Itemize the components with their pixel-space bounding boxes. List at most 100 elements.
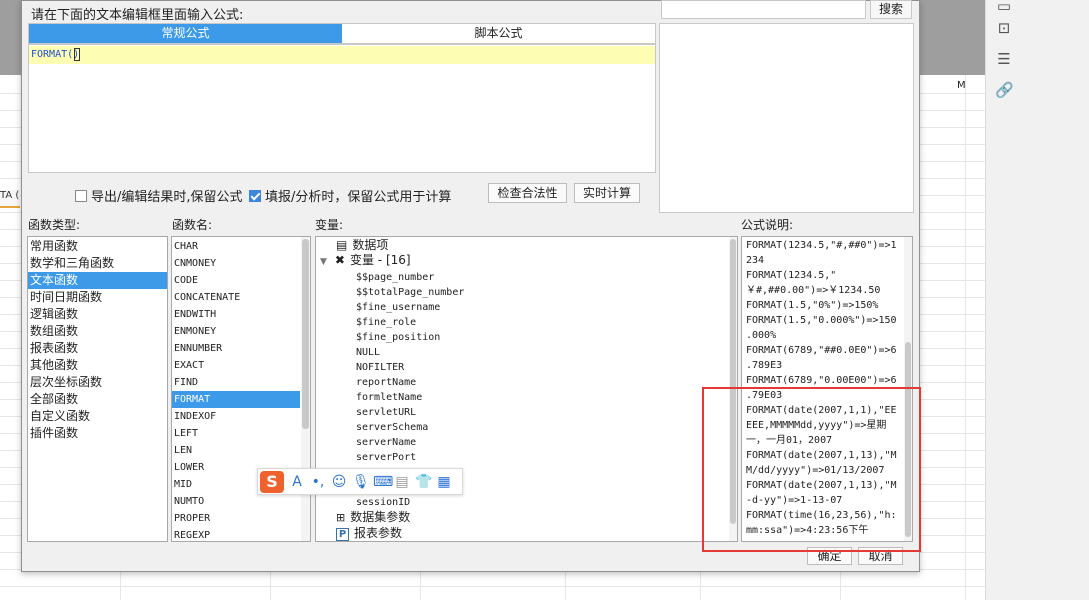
- function-name-item[interactable]: CONCATENATE: [172, 289, 300, 306]
- panel-icon[interactable]: ▭: [995, 0, 1013, 15]
- description-line: FORMAT(1234.5,": [746, 270, 837, 281]
- function-type-item[interactable]: 全部函数: [28, 391, 167, 408]
- function-name-item[interactable]: INDEXOF: [172, 408, 300, 425]
- description-line: ￥#,##0.00")=>￥1234.50: [746, 285, 881, 296]
- function-type-list: 常用函数 数学和三角函数 文本函数 时间日期函数 逻辑函数 数组函数 报表函数 其他函数 层次坐…: [27, 236, 168, 542]
- export-keep-formula-checkbox[interactable]: 导出/编辑结果时,保留公式: [75, 186, 243, 205]
- grid-menu-icon[interactable]: ▦: [436, 474, 452, 490]
- realtime-calc-button[interactable]: 实时计算: [574, 183, 640, 203]
- tree-label: NOFILTER: [356, 362, 405, 373]
- tree-item-report-params[interactable]: P 报表参数: [336, 526, 402, 541]
- keyboard-icon[interactable]: ⌨: [373, 474, 393, 490]
- variable-item[interactable]: sessionID: [356, 494, 410, 509]
- skin-shirt-icon[interactable]: 👕: [415, 474, 432, 490]
- tree-item-data-items[interactable]: ▤ 数据项: [336, 238, 388, 253]
- variable-item[interactable]: $$page_number: [356, 269, 434, 284]
- description-line: FORMAT(6789,"0.00E00")=>6: [746, 375, 897, 386]
- function-type-item[interactable]: 自定义函数: [28, 408, 167, 425]
- variable-item[interactable]: serverName: [356, 434, 416, 449]
- function-name-item[interactable]: FIND: [172, 374, 300, 391]
- function-name-item[interactable]: PROPER: [172, 510, 300, 527]
- function-name-item[interactable]: FORMAT: [172, 391, 300, 408]
- function-name-item[interactable]: LEFT: [172, 425, 300, 442]
- list-stack-icon[interactable]: ☰: [995, 50, 1013, 68]
- function-name-item[interactable]: ENNUMBER: [172, 340, 300, 357]
- function-type-item[interactable]: 插件函数: [28, 425, 167, 442]
- function-type-item[interactable]: 数组函数: [28, 323, 167, 340]
- function-type-item[interactable]: 文本函数: [28, 272, 167, 289]
- function-type-item[interactable]: 逻辑函数: [28, 306, 167, 323]
- punctuation-icon[interactable]: •,: [310, 474, 326, 490]
- variable-item[interactable]: NOFILTER: [356, 359, 404, 374]
- description-line: .000%: [746, 330, 777, 341]
- variable-item[interactable]: serverPort: [356, 449, 416, 464]
- checkbox-label: 导出/编辑结果时,保留公式: [91, 190, 243, 205]
- font-A-icon[interactable]: A: [289, 474, 305, 490]
- validate-button[interactable]: 检查合法性: [488, 183, 567, 203]
- link-icon[interactable]: 🔗: [995, 81, 1014, 99]
- variable-item[interactable]: serverSchema: [356, 419, 428, 434]
- variable-item[interactable]: $$totalPage_number: [356, 284, 464, 299]
- function-name-item[interactable]: CNMONEY: [172, 255, 300, 272]
- function-name-item[interactable]: EXACT: [172, 357, 300, 374]
- checkbox-label: 填报/分析时，保留公式用于计算: [265, 190, 452, 205]
- function-name-item[interactable]: ENDWITH: [172, 306, 300, 323]
- variable-item[interactable]: $fine_username: [356, 299, 440, 314]
- fill-keep-formula-checkbox[interactable]: 填报/分析时，保留公式用于计算: [249, 186, 451, 205]
- function-type-item[interactable]: 时间日期函数: [28, 289, 167, 306]
- description-line: FORMAT(1234.5,"#,##0")=>1: [746, 240, 897, 251]
- scrollbar-thumb[interactable]: [302, 239, 309, 429]
- highlight-annotation-box: [702, 387, 921, 552]
- dropdown-box-icon[interactable]: ⊡: [995, 19, 1013, 37]
- tree-item-variables[interactable]: ▼ ✖ 变量 - [16]: [320, 253, 411, 268]
- search-input[interactable]: [661, 0, 866, 19]
- tree-label: $fine_username: [356, 302, 441, 313]
- variable-item[interactable]: $fine_position: [356, 329, 440, 344]
- variable-item[interactable]: NULL: [356, 344, 380, 359]
- variable-item[interactable]: reportName: [356, 374, 416, 389]
- checkbox-checked-icon[interactable]: [249, 189, 261, 202]
- tree-label: 报表参数: [354, 526, 403, 540]
- checkbox-unchecked-icon[interactable]: [75, 189, 87, 202]
- chevron-down-icon[interactable]: ▼: [320, 257, 327, 267]
- function-type-item[interactable]: 其他函数: [28, 357, 167, 374]
- variables-tree: ▤ 数据项 ▼ ✖ 变量 - [16] $$page_number $$totalPage_…: [315, 236, 738, 542]
- function-name-item[interactable]: CODE: [172, 272, 300, 289]
- microphone-icon[interactable]: 🎙: [352, 474, 370, 490]
- search-button[interactable]: 搜索: [870, 0, 912, 19]
- tree-label: reportName: [356, 377, 417, 388]
- formula-line[interactable]: FORMAT(): [29, 46, 655, 64]
- ime-logo[interactable]: S: [260, 470, 284, 493]
- tree-label: serverName: [356, 437, 417, 448]
- formula-editor[interactable]: FORMAT(): [28, 44, 656, 173]
- function-name-item[interactable]: ENMONEY: [172, 323, 300, 340]
- tree-label: 变量 - [16]: [349, 253, 411, 267]
- tree-item-dataset-params[interactable]: ⊞ 数据集参数: [336, 510, 410, 525]
- function-type-item[interactable]: 数学和三角函数: [28, 255, 167, 272]
- function-name-item[interactable]: LEN: [172, 442, 300, 459]
- tree-label: servletURL: [356, 407, 417, 418]
- function-type-item[interactable]: 常用函数: [28, 238, 167, 255]
- function-type-item[interactable]: 层次坐标函数: [28, 374, 167, 391]
- function-name-item[interactable]: REGEXP: [172, 527, 300, 541]
- function-type-item[interactable]: 报表函数: [28, 340, 167, 357]
- tree-label: $fine_position: [356, 332, 441, 343]
- table-icon: ▤: [336, 238, 348, 252]
- toolbox-icon[interactable]: ▤: [394, 474, 410, 490]
- emoji-icon[interactable]: ☺: [331, 474, 347, 490]
- variable-item[interactable]: servletURL: [356, 404, 416, 419]
- spreadsheet-cell[interactable]: TA (: [0, 190, 20, 208]
- scrollbar[interactable]: [301, 237, 310, 541]
- tab-regular-formula[interactable]: 常规公式: [29, 24, 342, 43]
- function-name-item[interactable]: NUMTO: [172, 493, 300, 510]
- function-name-item[interactable]: CHAR: [172, 238, 300, 255]
- tree-label: serverPort: [356, 452, 417, 463]
- variable-item[interactable]: formletName: [356, 389, 422, 404]
- column-header-m[interactable]: M: [957, 80, 966, 91]
- ime-toolbar[interactable]: S A •, ☺ 🎙 ⌨ ▤ 👕 ▦: [257, 468, 463, 495]
- tree-label: formletName: [356, 392, 423, 403]
- p-param-icon: P: [336, 528, 349, 541]
- grid-line: [0, 586, 985, 587]
- variable-item[interactable]: $fine_role: [356, 314, 416, 329]
- tab-script-formula[interactable]: 脚本公式: [342, 24, 655, 43]
